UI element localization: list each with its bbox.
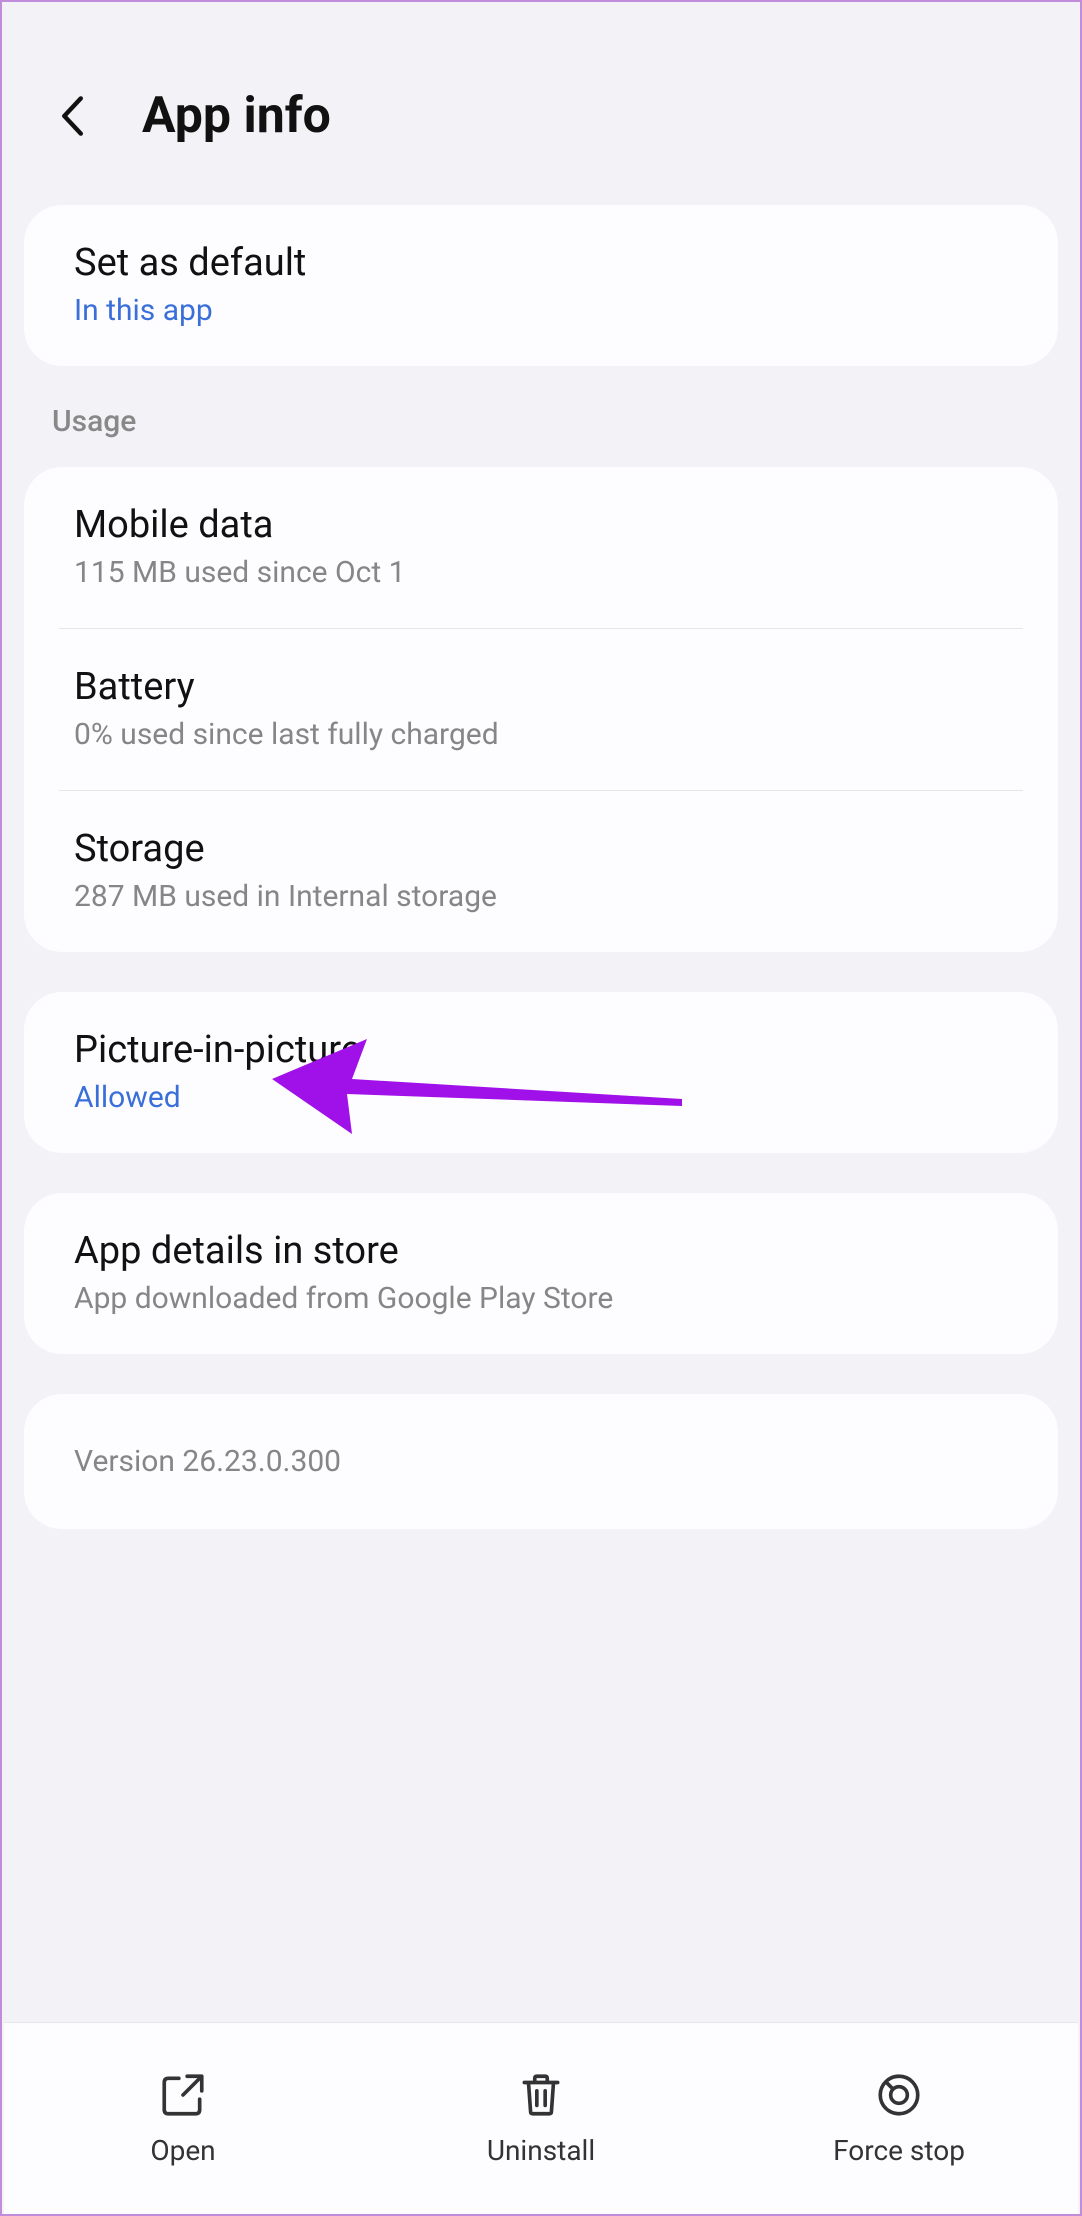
set-default-subtitle: In this app bbox=[74, 293, 1008, 328]
version-card: Version 26.23.0.300 bbox=[24, 1394, 1058, 1529]
usage-header: Usage bbox=[2, 366, 1080, 467]
force-stop-button[interactable]: Force stop bbox=[720, 2070, 1078, 2167]
version-text: Version 26.23.0.300 bbox=[74, 1444, 1008, 1479]
mobile-data-subtitle: 115 MB used since Oct 1 bbox=[74, 555, 1008, 590]
chevron-left-icon bbox=[58, 94, 86, 138]
set-default-row[interactable]: Set as default In this app bbox=[24, 205, 1058, 366]
page-title: App info bbox=[142, 87, 331, 145]
uninstall-label: Uninstall bbox=[487, 2134, 595, 2167]
storage-title: Storage bbox=[74, 827, 1008, 871]
usage-card: Mobile data 115 MB used since Oct 1 Batt… bbox=[24, 467, 1058, 952]
open-button[interactable]: Open bbox=[4, 2070, 362, 2167]
battery-title: Battery bbox=[74, 665, 1008, 709]
header: App info bbox=[2, 2, 1080, 205]
force-stop-icon bbox=[874, 2070, 924, 2120]
store-subtitle: App downloaded from Google Play Store bbox=[74, 1281, 1008, 1316]
mobile-data-title: Mobile data bbox=[74, 503, 1008, 547]
uninstall-button[interactable]: Uninstall bbox=[362, 2070, 720, 2167]
storage-row[interactable]: Storage 287 MB used in Internal storage bbox=[24, 791, 1058, 952]
open-icon bbox=[158, 2070, 208, 2120]
pip-subtitle: Allowed bbox=[74, 1080, 1008, 1115]
force-stop-label: Force stop bbox=[833, 2134, 965, 2167]
mobile-data-row[interactable]: Mobile data 115 MB used since Oct 1 bbox=[24, 467, 1058, 628]
store-card: App details in store App downloaded from… bbox=[24, 1193, 1058, 1354]
storage-subtitle: 287 MB used in Internal storage bbox=[74, 879, 1008, 914]
pip-row[interactable]: Picture-in-picture Allowed bbox=[24, 992, 1058, 1153]
pip-card: Picture-in-picture Allowed bbox=[24, 992, 1058, 1153]
store-title: App details in store bbox=[74, 1229, 1008, 1273]
back-button[interactable] bbox=[52, 96, 92, 136]
trash-icon bbox=[516, 2070, 566, 2120]
battery-subtitle: 0% used since last fully charged bbox=[74, 717, 1008, 752]
set-default-title: Set as default bbox=[74, 241, 1008, 285]
set-default-card: Set as default In this app bbox=[24, 205, 1058, 366]
bottom-bar: Open Uninstall Force stop bbox=[4, 2022, 1078, 2214]
battery-row[interactable]: Battery 0% used since last fully charged bbox=[24, 629, 1058, 790]
store-row[interactable]: App details in store App downloaded from… bbox=[24, 1193, 1058, 1354]
pip-title: Picture-in-picture bbox=[74, 1028, 1008, 1072]
open-label: Open bbox=[150, 2134, 215, 2167]
